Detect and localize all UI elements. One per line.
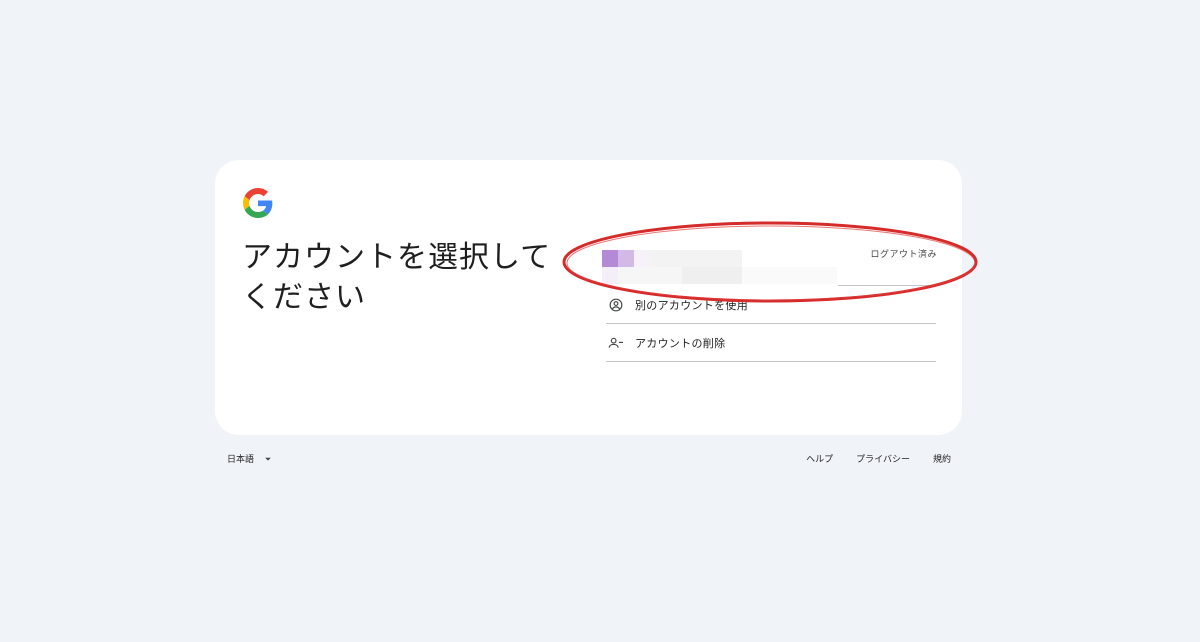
help-link[interactable]: ヘルプ [806, 452, 833, 465]
footer: 日本語 ヘルプ プライバシー 規約 [215, 448, 962, 468]
remove-account-label: アカウントの削除 [635, 336, 726, 350]
terms-link[interactable]: 規約 [933, 452, 951, 465]
page-title: アカウントを選択してください [242, 240, 552, 315]
privacy-link[interactable]: プライバシー [856, 452, 910, 465]
use-another-account-button[interactable]: 別のアカウントを使用 [606, 286, 936, 324]
account-status-label: ログアウト済み [870, 250, 937, 260]
account-item[interactable]: ログアウト済み [602, 242, 937, 286]
page: アカウントを選択してください ログアウト済み 別のアカウントを使用 アカウントの… [0, 0, 1200, 642]
footer-links: ヘルプ プライバシー 規約 [806, 452, 951, 465]
account-list: ログアウト済み 別のアカウントを使用 アカウントの削除 [602, 242, 937, 362]
google-logo-icon [243, 188, 273, 218]
language-selector[interactable]: 日本語 [227, 452, 272, 465]
chevron-down-icon [265, 457, 271, 461]
use-another-account-label: 別のアカウントを使用 [635, 298, 748, 312]
account-chooser-card: アカウントを選択してください ログアウト済み 別のアカウントを使用 アカウントの… [215, 160, 962, 435]
account-circle-icon [608, 297, 624, 313]
redacted-account-info [602, 250, 852, 284]
language-label: 日本語 [227, 455, 255, 465]
remove-account-button[interactable]: アカウントの削除 [606, 324, 936, 362]
person-remove-icon [608, 335, 624, 351]
